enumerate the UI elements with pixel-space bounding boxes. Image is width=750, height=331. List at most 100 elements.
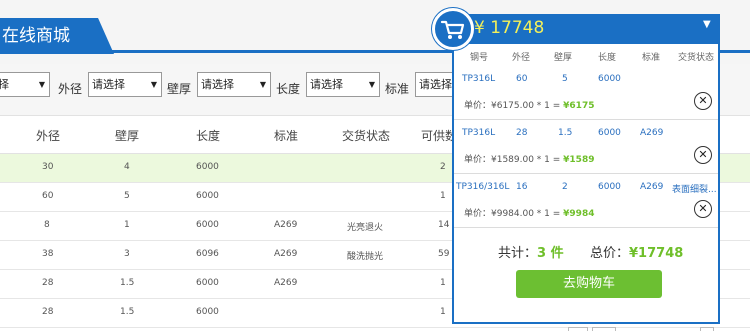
page-title: 在线商城 <box>0 18 114 54</box>
cart-count-value: 3 件 <box>537 246 564 261</box>
cart-item: TP316/316L 16 2 6000 A269 表面细裂... 单价：¥99… <box>454 174 718 228</box>
cell-length: 6000 <box>196 307 219 317</box>
cell-standard: A269 <box>274 249 298 259</box>
cell-outer: 8 <box>44 220 50 230</box>
cart-panel: 钢号 外径 壁厚 长度 标准 交货状态 TP316L 60 5 6000 单价：… <box>452 44 720 324</box>
cart-col-grade: 钢号 <box>470 53 489 63</box>
cart-item-length: 6000 <box>598 128 621 138</box>
cart-item-wall: 2 <box>562 182 568 192</box>
cell-available: 1 <box>440 191 446 201</box>
outer-select-value: 请选择 <box>92 78 125 91</box>
cart-item-length: 6000 <box>598 74 621 84</box>
cart-item-price: 单价：¥9984.00 * 1 = ¥9984 <box>464 206 594 219</box>
wall-select[interactable]: 请选择 ▼ <box>197 72 271 97</box>
cell-outer: 30 <box>42 162 54 172</box>
cart-item-subtotal: ¥6175 <box>563 101 595 111</box>
chevron-down-icon: ▼ <box>150 80 157 89</box>
cell-outer: 28 <box>42 278 54 288</box>
cell-available: 1 <box>440 278 446 288</box>
cart-item-status: 表面细裂... <box>672 185 717 195</box>
cell-outer: 38 <box>42 249 54 259</box>
chevron-down-icon: ▼ <box>259 80 266 89</box>
col-wall: 壁厚 <box>115 129 140 143</box>
cart-item: TP316L 28 1.5 6000 A269 单价：¥1589.00 * 1 … <box>454 120 718 174</box>
cell-outer: 60 <box>42 191 54 201</box>
cart-item-price: 单价：¥1589.00 * 1 = ¥1589 <box>464 152 594 165</box>
close-icon[interactable]: ✕ <box>694 200 712 218</box>
cell-status: 光亮退火 <box>347 223 384 233</box>
cell-available: 14 <box>438 220 450 230</box>
length-select[interactable]: 请选择 ▼ <box>306 72 380 97</box>
chevron-down-icon[interactable]: ▼ <box>703 19 711 30</box>
cart-col-length: 长度 <box>598 53 617 63</box>
cart-item-wall: 1.5 <box>558 128 573 138</box>
wall-select-value: 请选择 <box>201 78 234 91</box>
standard-label: 标准 <box>385 82 410 96</box>
cart-item-grade: TP316L <box>462 128 496 138</box>
cart-total-label: 总价： <box>590 246 630 261</box>
cart-item-subtotal: ¥9984 <box>563 209 595 219</box>
standard-select-value: 请选择 <box>419 78 452 91</box>
cell-wall: 1.5 <box>120 307 135 317</box>
cart-total: 总价：¥17748 <box>590 242 683 261</box>
chevron-down-icon: ▼ <box>368 80 375 89</box>
cart-item-outer: 60 <box>516 74 528 84</box>
cell-wall: 1.5 <box>120 278 135 288</box>
chevron-down-icon: ▼ <box>38 80 45 89</box>
cell-wall: 5 <box>124 191 130 201</box>
pager-button[interactable] <box>568 327 588 331</box>
cell-wall: 3 <box>124 249 130 259</box>
close-icon[interactable]: ✕ <box>694 92 712 110</box>
col-status: 交货状态 <box>342 129 391 143</box>
col-outer: 外径 <box>36 129 61 143</box>
cart-item-outer: 28 <box>516 128 528 138</box>
cell-length: 6000 <box>196 162 219 172</box>
cell-available: 1 <box>440 307 446 317</box>
outer-select[interactable]: 请选择 ▼ <box>88 72 162 97</box>
cell-available: 59 <box>438 249 450 259</box>
pager-button[interactable] <box>700 327 714 331</box>
grade-select[interactable]: 择 ▼ <box>0 72 50 97</box>
cart-item-price-line: 单价：¥1589.00 * 1 = <box>464 155 564 165</box>
cell-length: 6000 <box>196 220 219 230</box>
cart-item-price-line: 单价：¥9984.00 * 1 = <box>464 209 564 219</box>
close-icon[interactable]: ✕ <box>694 146 712 164</box>
cell-length: 6096 <box>196 249 219 259</box>
cart-item: TP316L 60 5 6000 单价：¥6175.00 * 1 = ¥6175… <box>454 66 718 120</box>
cart-item-standard: A269 <box>640 128 664 138</box>
cart-col-status: 交货状态 <box>678 53 715 63</box>
col-length: 长度 <box>196 129 221 143</box>
outer-label: 外径 <box>58 82 83 96</box>
cell-wall: 4 <box>124 162 130 172</box>
cart-item-price-line: 单价：¥6175.00 * 1 = <box>464 101 564 111</box>
length-select-value: 请选择 <box>310 78 343 91</box>
cell-wall: 1 <box>124 220 130 230</box>
cart-item-outer: 16 <box>516 182 528 192</box>
cart-col-standard: 标准 <box>642 53 661 63</box>
cell-available: 2 <box>440 162 446 172</box>
cell-length: 6000 <box>196 191 219 201</box>
length-label: 长度 <box>276 82 301 96</box>
cart-item-wall: 5 <box>562 74 568 84</box>
cell-standard: A269 <box>274 278 298 288</box>
cart-item-count: 共计：3 件 <box>498 242 564 261</box>
cell-outer: 28 <box>42 307 54 317</box>
cart-item-subtotal: ¥1589 <box>563 155 595 165</box>
cell-length: 6000 <box>196 278 219 288</box>
cart-icon[interactable] <box>432 8 474 50</box>
wall-label: 壁厚 <box>167 82 192 96</box>
cell-status: 酸洗抛光 <box>347 252 384 262</box>
cart-item-length: 6000 <box>598 182 621 192</box>
pager-button[interactable] <box>592 327 616 331</box>
cart-col-wall: 壁厚 <box>554 53 573 63</box>
cell-standard: A269 <box>274 220 298 230</box>
cart-count-label: 共计： <box>498 246 538 261</box>
cart-total-value: ¥17748 <box>629 246 684 261</box>
cart-col-outer: 外径 <box>512 53 531 63</box>
cart-item-grade: TP316/316L <box>456 182 510 192</box>
cart-item-grade: TP316L <box>462 74 496 84</box>
col-standard: 标准 <box>274 129 299 143</box>
shopping-cart-icon <box>440 20 465 39</box>
cart-item-standard: A269 <box>640 182 664 192</box>
go-to-cart-button[interactable]: 去购物车 <box>516 270 662 298</box>
